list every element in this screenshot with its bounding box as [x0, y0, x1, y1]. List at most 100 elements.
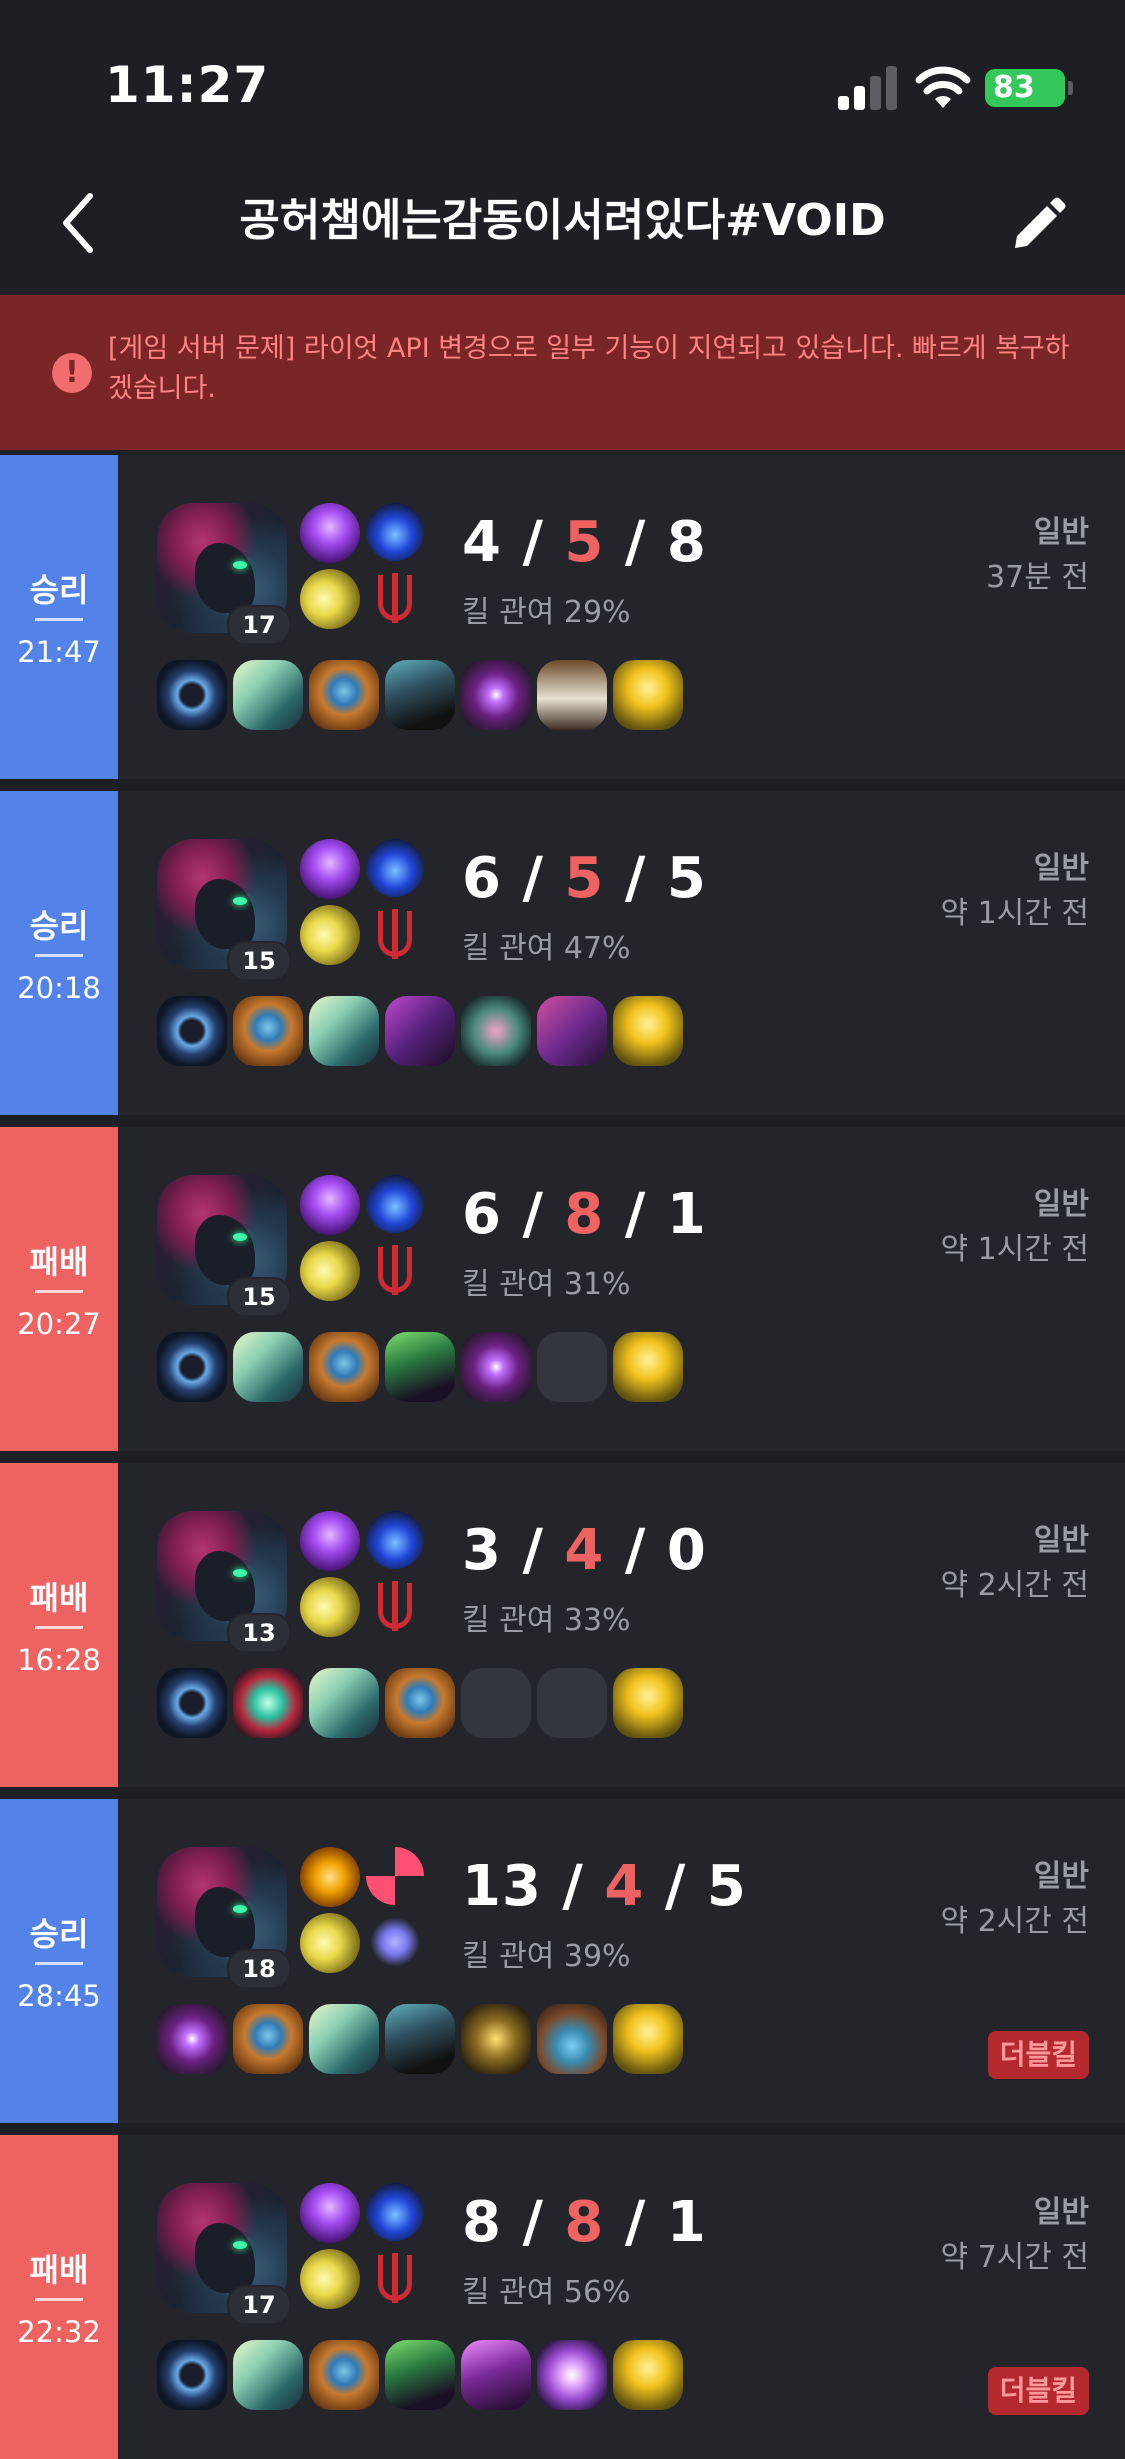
primary-rune-icon [366, 839, 424, 897]
item-boot-icon [385, 2004, 455, 2074]
assists: 1 [666, 1182, 707, 1247]
champion-level: 13 [227, 1613, 291, 1653]
item-gold-icon [613, 2340, 683, 2410]
match-duration: 21:47 [17, 635, 101, 669]
match-card[interactable]: 패배 22:32 17 8 / 8 / 1 킬 관여 56% 일반 약 7시간 전 더블킬 [0, 2135, 1125, 2459]
primary-rune-icon [366, 1847, 424, 1905]
item-crys-icon [233, 1668, 303, 1738]
summoner-spell-ghost-icon [300, 2183, 360, 2243]
assists: 1 [666, 2190, 707, 2255]
time-ago: 약 1시간 전 [940, 896, 1089, 931]
item-bag-icon [233, 2004, 303, 2074]
match-card[interactable]: 승리 28:45 18 13 / 4 / 5 킬 관여 39% 일반 약 2시간 전 더블킬 [0, 1799, 1125, 2123]
summoner-spell-flash-icon [300, 905, 360, 965]
empty-item-slot [537, 1668, 607, 1738]
secondary-rune-icon [366, 1577, 424, 1635]
summoner-spell-flash-icon [300, 1241, 360, 1301]
status-time: 11:27 [105, 56, 270, 114]
match-result: 패배 [29, 2251, 89, 2289]
item-blade-icon [309, 996, 379, 1066]
empty-item-slot [537, 1332, 607, 1402]
match-result: 승리 [29, 907, 89, 945]
match-card[interactable]: 패배 16:28 13 3 / 4 / 0 킬 관여 33% 일반 약 2시간 전 [0, 1463, 1125, 1787]
item-blade-icon [309, 2004, 379, 2074]
match-duration: 20:27 [17, 1307, 101, 1341]
item-bag-icon [385, 1668, 455, 1738]
item-green-icon [385, 1332, 455, 1402]
result-sidebar: 승리 20:18 [0, 791, 118, 1115]
item-bag-icon [309, 1332, 379, 1402]
kda: 8 / 8 / 1 [462, 2190, 707, 2255]
secondary-rune-icon [366, 2249, 424, 2307]
item-gold-icon [613, 1668, 683, 1738]
divider [35, 1290, 83, 1293]
multikill-badge: 더블킬 [987, 2031, 1089, 2079]
battery-level: 83 [993, 70, 1035, 105]
item-fist-icon [537, 660, 607, 730]
deaths: 8 [564, 2190, 605, 2255]
match-result: 패배 [29, 1579, 89, 1617]
item-ring-icon [157, 1668, 227, 1738]
server-issue-banner: ! [게임 서버 문제] 라이엇 API 변경으로 일부 기능이 지연되고 있습… [0, 295, 1125, 450]
kda: 6 / 8 / 1 [462, 1182, 707, 1247]
result-sidebar: 패배 20:27 [0, 1127, 118, 1451]
back-arrow-icon[interactable] [58, 190, 98, 256]
item-blade-icon [233, 660, 303, 730]
kills: 6 [462, 846, 502, 911]
item-green-icon [385, 2340, 455, 2410]
primary-rune-icon [366, 503, 424, 561]
cellular-signal-icon [838, 66, 898, 110]
header: 공허챔에는감동이서려있다#VOID [0, 170, 1125, 295]
primary-rune-icon [366, 1511, 424, 1569]
kill-participation: 킬 관여 31% [462, 1267, 631, 1302]
item-gold-icon [613, 996, 683, 1066]
time-ago: 약 2시간 전 [940, 1568, 1089, 1603]
secondary-rune-icon [366, 1913, 424, 1971]
kill-participation: 킬 관여 39% [462, 1939, 631, 1974]
item-gold-icon [613, 2004, 683, 2074]
primary-rune-icon [366, 1175, 424, 1233]
deaths: 8 [564, 1182, 605, 1247]
match-duration: 22:32 [17, 2315, 101, 2349]
match-card[interactable]: 승리 21:47 17 4 / 5 / 8 킬 관여 29% 일반 37분 전 [0, 455, 1125, 779]
match-card[interactable]: 승리 20:18 15 6 / 5 / 5 킬 관여 47% 일반 약 1시간 전 [0, 791, 1125, 1115]
summoner-spell-ghost-icon [300, 1511, 360, 1571]
item-tome-icon [537, 996, 607, 1066]
item-bag-icon [233, 996, 303, 1066]
page-title: 공허챔에는감동이서려있다#VOID [239, 195, 886, 246]
kill-participation: 킬 관여 56% [462, 2275, 631, 2310]
match-duration: 16:28 [17, 1643, 101, 1677]
item-ring-icon [157, 1332, 227, 1402]
game-mode: 일반 [1033, 1523, 1089, 1558]
summoner-spell-flash-icon [300, 1577, 360, 1637]
item-scale-icon [537, 2004, 607, 2074]
deaths: 5 [564, 510, 605, 575]
item-blade-icon [233, 1332, 303, 1402]
item-ring-icon [157, 2340, 227, 2410]
kda: 4 / 5 / 8 [462, 510, 707, 575]
item-orb-icon [157, 2004, 227, 2074]
match-card[interactable]: 패배 20:27 15 6 / 8 / 1 킬 관여 31% 일반 약 1시간 전 [0, 1127, 1125, 1451]
game-mode: 일반 [1033, 1859, 1089, 1894]
time-ago: 약 7시간 전 [940, 2240, 1089, 2275]
item-orb-icon [461, 660, 531, 730]
time-ago: 약 1시간 전 [940, 1232, 1089, 1267]
kill-participation: 킬 관여 47% [462, 931, 631, 966]
divider [35, 1962, 83, 1965]
summoner-spell-flash-icon [300, 1913, 360, 1973]
battery-icon: 83 [985, 69, 1073, 107]
champion-level: 18 [227, 1949, 291, 1989]
summoner-spell-ghost-icon [300, 839, 360, 899]
divider [35, 618, 83, 621]
match-result: 패배 [29, 1243, 89, 1281]
edit-pencil-icon[interactable] [1007, 196, 1067, 256]
item-dspir-icon [537, 2340, 607, 2410]
item-blade-icon [309, 1668, 379, 1738]
game-mode: 일반 [1033, 515, 1089, 550]
match-duration: 20:18 [17, 971, 101, 1005]
result-sidebar: 승리 21:47 [0, 455, 118, 779]
match-duration: 28:45 [17, 1979, 101, 2013]
item-orb-icon [461, 1332, 531, 1402]
item-mask-icon [461, 2340, 531, 2410]
assists: 5 [706, 1854, 747, 1919]
